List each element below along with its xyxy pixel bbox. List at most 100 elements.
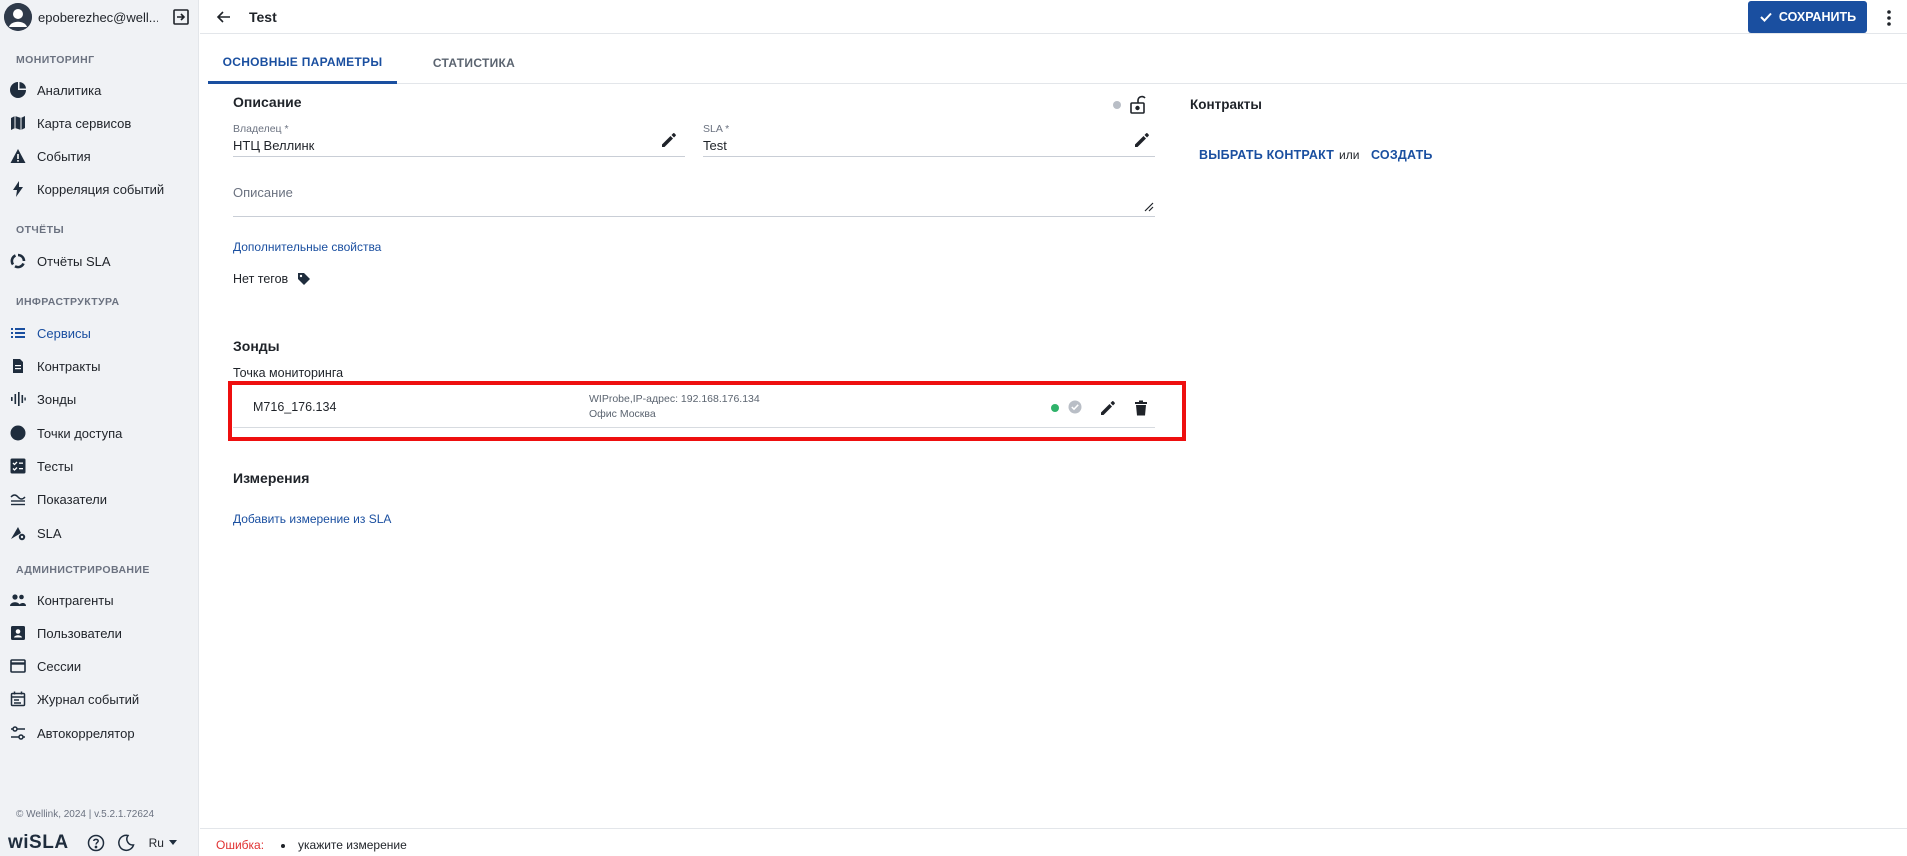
sidebar-item-label: Показатели (37, 491, 107, 507)
tab-bar: ОСНОВНЫЕ ПАРАМЕТРЫ СТАТИСТИКА (208, 42, 1907, 84)
calendar-icon (9, 690, 27, 708)
warning-icon (9, 147, 27, 165)
sidebar-item-label: Точки доступа (37, 425, 123, 441)
highlight-frame (228, 381, 1186, 441)
sidebar-item-service-map[interactable]: Карта сервисов (0, 109, 199, 137)
sidebar-item-label: Зонды (37, 391, 77, 407)
extra-properties-link[interactable]: Дополнительные свойства (233, 240, 381, 254)
sla-gear-icon (9, 524, 27, 542)
edit-owner-icon[interactable] (660, 131, 678, 149)
sidebar: epoberezhec@well... МОНИТОРИНГ Аналитика… (0, 0, 199, 856)
donut-icon (9, 252, 27, 270)
owner-underline (233, 156, 685, 157)
sidebar-item-label: Контрагенты (37, 592, 114, 608)
sidebar-item-label: Корреляция событий (37, 181, 165, 197)
create-contract-button[interactable]: СОЗДАТЬ (1371, 148, 1433, 162)
section-title-infrastructure: ИНФРАСТРУКТУРА (16, 296, 120, 308)
bullet-icon (281, 844, 285, 848)
sidebar-item-label: Карта сервисов (37, 115, 132, 131)
sidebar-item-label: Отчёты SLA (37, 253, 111, 269)
list-icon (9, 324, 27, 342)
map-icon (9, 114, 27, 132)
tab-statistics[interactable]: СТАТИСТИКА (404, 42, 544, 84)
more-vert-icon[interactable] (1880, 8, 1898, 28)
sla-label: SLA * (703, 123, 730, 135)
sidebar-item-event-correlation[interactable]: Корреляция событий (0, 175, 199, 203)
unlock-icon[interactable] (1129, 95, 1147, 115)
back-arrow-icon[interactable] (214, 7, 234, 27)
logo: wiSLA (8, 832, 69, 853)
waves-icon (9, 490, 27, 508)
sidebar-item-counterparties[interactable]: Контрагенты (0, 586, 199, 614)
globe-icon (9, 424, 27, 442)
sidebar-item-users[interactable]: Пользователи (0, 619, 199, 647)
tab-label: ОСНОВНЫЕ ПАРАМЕТРЫ (222, 54, 383, 69)
pie-chart-icon (9, 81, 27, 99)
check-icon (1760, 12, 1772, 22)
sidebar-item-contracts[interactable]: Контракты (0, 352, 199, 380)
sidebar-item-services[interactable]: Сервисы (0, 319, 199, 347)
or-label: или (1339, 148, 1360, 162)
help-icon[interactable] (87, 834, 105, 852)
sidebar-item-label: Автокоррелятор (37, 725, 135, 741)
description-underline (233, 216, 1155, 217)
sidebar-item-label: Тесты (37, 458, 74, 474)
select-contract-button[interactable]: ВЫБРАТЬ КОНТРАКТ (1199, 148, 1334, 162)
waveform-icon (9, 390, 27, 408)
sidebar-item-event-log[interactable]: Журнал событий (0, 685, 199, 713)
tag-icon[interactable] (297, 272, 311, 286)
copyright: © Wellink, 2024 | v.5.2.1.72624 (16, 809, 155, 820)
sidebar-item-sessions[interactable]: Сессии (0, 652, 199, 680)
edit-sla-icon[interactable] (1133, 131, 1151, 149)
bolt-icon (9, 180, 27, 198)
add-measurement-link[interactable]: Добавить измерение из SLA (233, 512, 391, 526)
sidebar-item-metrics[interactable]: Показатели (0, 485, 199, 513)
sla-underline (703, 156, 1155, 157)
sidebar-item-label: Сессии (37, 658, 82, 674)
user-menu[interactable]: epoberezhec@well... (0, 0, 199, 34)
page-title: Test (249, 9, 277, 25)
user-card-icon (9, 624, 27, 642)
status-dot-icon (1113, 101, 1121, 109)
sidebar-item-label: SLA (37, 525, 62, 541)
sidebar-item-sla-reports[interactable]: Отчёты SLA (0, 247, 199, 275)
sidebar-item-autocorrelator[interactable]: Автокоррелятор (0, 719, 199, 747)
sidebar-item-label: Сервисы (37, 325, 91, 341)
measurements-title: Измерения (233, 470, 310, 486)
sidebar-item-label: Пользователи (37, 625, 122, 641)
sidebar-item-analytics[interactable]: Аналитика (0, 76, 199, 104)
sidebar-footer: wiSLA Ru (8, 832, 193, 854)
sidebar-item-probes[interactable]: Зонды (0, 385, 199, 413)
language-select[interactable]: Ru (149, 836, 177, 850)
logout-icon[interactable] (172, 8, 190, 26)
section-title-administration: АДМИНИСТРИРОВАНИЕ (16, 564, 150, 576)
window-icon (9, 657, 27, 675)
moon-icon[interactable] (117, 834, 135, 852)
sidebar-item-events[interactable]: События (0, 142, 199, 170)
sidebar-item-label: Контракты (37, 358, 101, 374)
sidebar-item-access-points[interactable]: Точки доступа (0, 419, 199, 447)
resize-handle-icon[interactable] (1144, 202, 1154, 212)
no-tags-text: Нет тегов (233, 272, 289, 286)
save-button-label: СОХРАНИТЬ (1778, 10, 1857, 24)
error-message: укажите измерение (298, 838, 407, 852)
description-input[interactable]: Описание (233, 185, 293, 200)
avatar[interactable] (4, 3, 32, 31)
chevron-down-icon (168, 840, 177, 845)
monitoring-point-label: Точка мониторинга (233, 366, 344, 380)
sidebar-item-sla[interactable]: SLA (0, 519, 199, 547)
sla-field[interactable]: Test (703, 138, 727, 153)
owner-field[interactable]: НТЦ Веллинк (233, 138, 314, 153)
sidebar-item-tests[interactable]: Тесты (0, 452, 199, 480)
language-value: Ru (148, 836, 164, 850)
owner-label: Владелец * (233, 123, 289, 135)
section-title-monitoring: МОНИТОРИНГ (16, 54, 95, 66)
document-icon (9, 357, 27, 375)
save-button[interactable]: СОХРАНИТЬ (1748, 1, 1867, 33)
tab-main-params[interactable]: ОСНОВНЫЕ ПАРАМЕТРЫ (208, 42, 397, 84)
page-header: Test СОХРАНИТЬ (200, 0, 1907, 34)
contracts-title: Контракты (1190, 97, 1262, 112)
section-title-reports: ОТЧЁТЫ (16, 224, 65, 236)
sidebar-item-label: Журнал событий (37, 691, 140, 707)
description-title: Описание (233, 94, 302, 110)
